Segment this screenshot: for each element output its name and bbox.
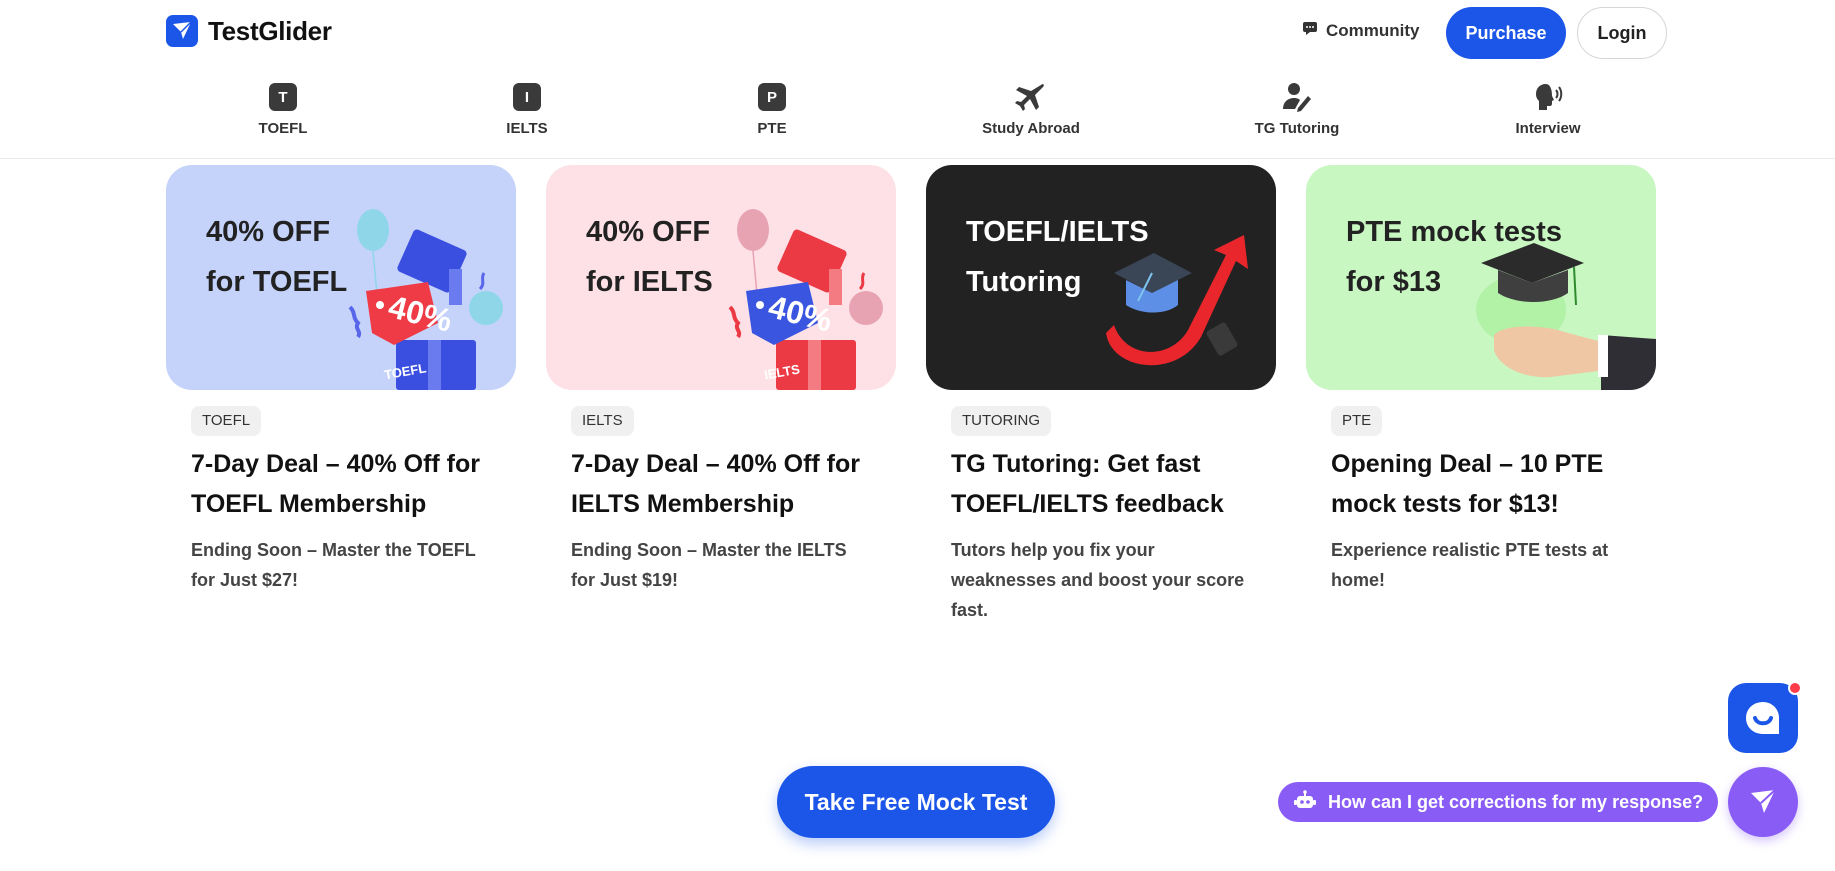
purchase-button[interactable]: Purchase [1446,7,1566,59]
category-tag: IELTS [571,406,634,436]
card-title[interactable]: Opening Deal – 10 PTE mock tests for $13… [1331,444,1651,524]
nav-item-toefl[interactable]: T TOEFL [203,82,363,137]
hand-graduation-cap-illustration [1476,243,1656,390]
top-header: TestGlider Community Purchase Login [0,0,1835,66]
nav-item-tg-tutoring[interactable]: TG Tutoring [1217,82,1377,137]
promo-banner[interactable]: 40% OFF for IELTS IELTS 40% [546,165,896,390]
community-link[interactable]: Community [1302,20,1420,41]
letter-p-icon: P [758,83,786,111]
robot-icon [1294,789,1316,816]
logo-text: TestGlider [208,15,332,46]
nav-label: TOEFL [258,120,308,137]
promo-card-toefl[interactable]: 40% OFF for TOEFL TOEFL 40% TOEFL 7-Day … [166,165,516,590]
category-tag: TUTORING [951,406,1052,436]
ai-suggestion-pill[interactable]: How can I get corrections for my respons… [1278,782,1718,822]
promo-banner[interactable]: PTE mock tests for $13 [1306,165,1656,390]
ai-assistant-button[interactable] [1728,767,1798,837]
logo[interactable]: TestGlider [166,15,332,47]
graduation-cap-arrow-illustration [1106,235,1248,366]
gift-box-illustration: TOEFL 40% [348,209,503,390]
nav-label: PTE [757,120,787,137]
nav-item-pte[interactable]: P PTE [692,82,852,137]
promo-card-tutoring[interactable]: TOEFL/IELTS Tutoring TUTORING TG Tutorin… [926,165,1276,620]
card-description: Tutors help you fix your weaknesses and … [951,540,1245,620]
promo-card-ielts[interactable]: 40% OFF for IELTS IELTS 40% IELTS 7-Day … [546,165,896,590]
gift-box-illustration: IELTS 40% [728,209,883,390]
promo-card-pte[interactable]: PTE mock tests for $13 PTE Opening Deal … [1306,165,1656,590]
card-title[interactable]: TG Tutoring: Get fast TOEFL/IELTS feedba… [951,444,1271,524]
promo-banner[interactable]: 40% OFF for TOEFL TOEFL 40% [166,165,516,390]
notification-dot [1788,681,1802,695]
category-tag: TOEFL [191,406,262,436]
category-tag: PTE [1331,406,1383,436]
card-description: Experience realistic PTE tests at home! [1331,540,1609,590]
category-nav: T TOEFL I IELTS P PTE Study Abroad TG Tu… [0,66,1835,159]
airplane-icon [1015,82,1047,112]
chat-bubble-icon [1302,20,1318,41]
speaking-head-icon [1532,82,1564,112]
paper-plane-logo-icon [166,15,198,47]
nav-item-ielts[interactable]: I IELTS [447,82,607,137]
card-description: Ending Soon – Master the TOEFL for Just … [191,540,476,590]
support-chat-button[interactable] [1728,681,1802,753]
tutor-icon [1281,82,1313,112]
take-free-mock-test-button[interactable]: Take Free Mock Test [777,766,1055,838]
ai-suggestion-text: How can I get corrections for my respons… [1328,791,1704,812]
nav-label: TG Tutoring [1254,120,1340,137]
community-label: Community [1326,20,1420,40]
letter-t-icon: T [269,83,297,111]
letter-i-icon: I [513,83,541,111]
nav-item-interview[interactable]: Interview [1468,82,1628,137]
nav-label: Interview [1515,120,1581,137]
nav-item-study-abroad[interactable]: Study Abroad [951,82,1111,137]
promo-banner[interactable]: TOEFL/IELTS Tutoring [926,165,1276,390]
chat-smile-icon [1746,702,1779,734]
card-title[interactable]: 7-Day Deal – 40% Off for TOEFL Membershi… [191,444,511,524]
card-description: Ending Soon – Master the IELTS for Just … [571,540,847,590]
login-button[interactable]: Login [1577,7,1667,59]
nav-label: IELTS [506,120,548,137]
card-title[interactable]: 7-Day Deal – 40% Off for IELTS Membershi… [571,444,891,524]
nav-label: Study Abroad [982,120,1080,137]
paper-plane-icon [1751,789,1776,813]
